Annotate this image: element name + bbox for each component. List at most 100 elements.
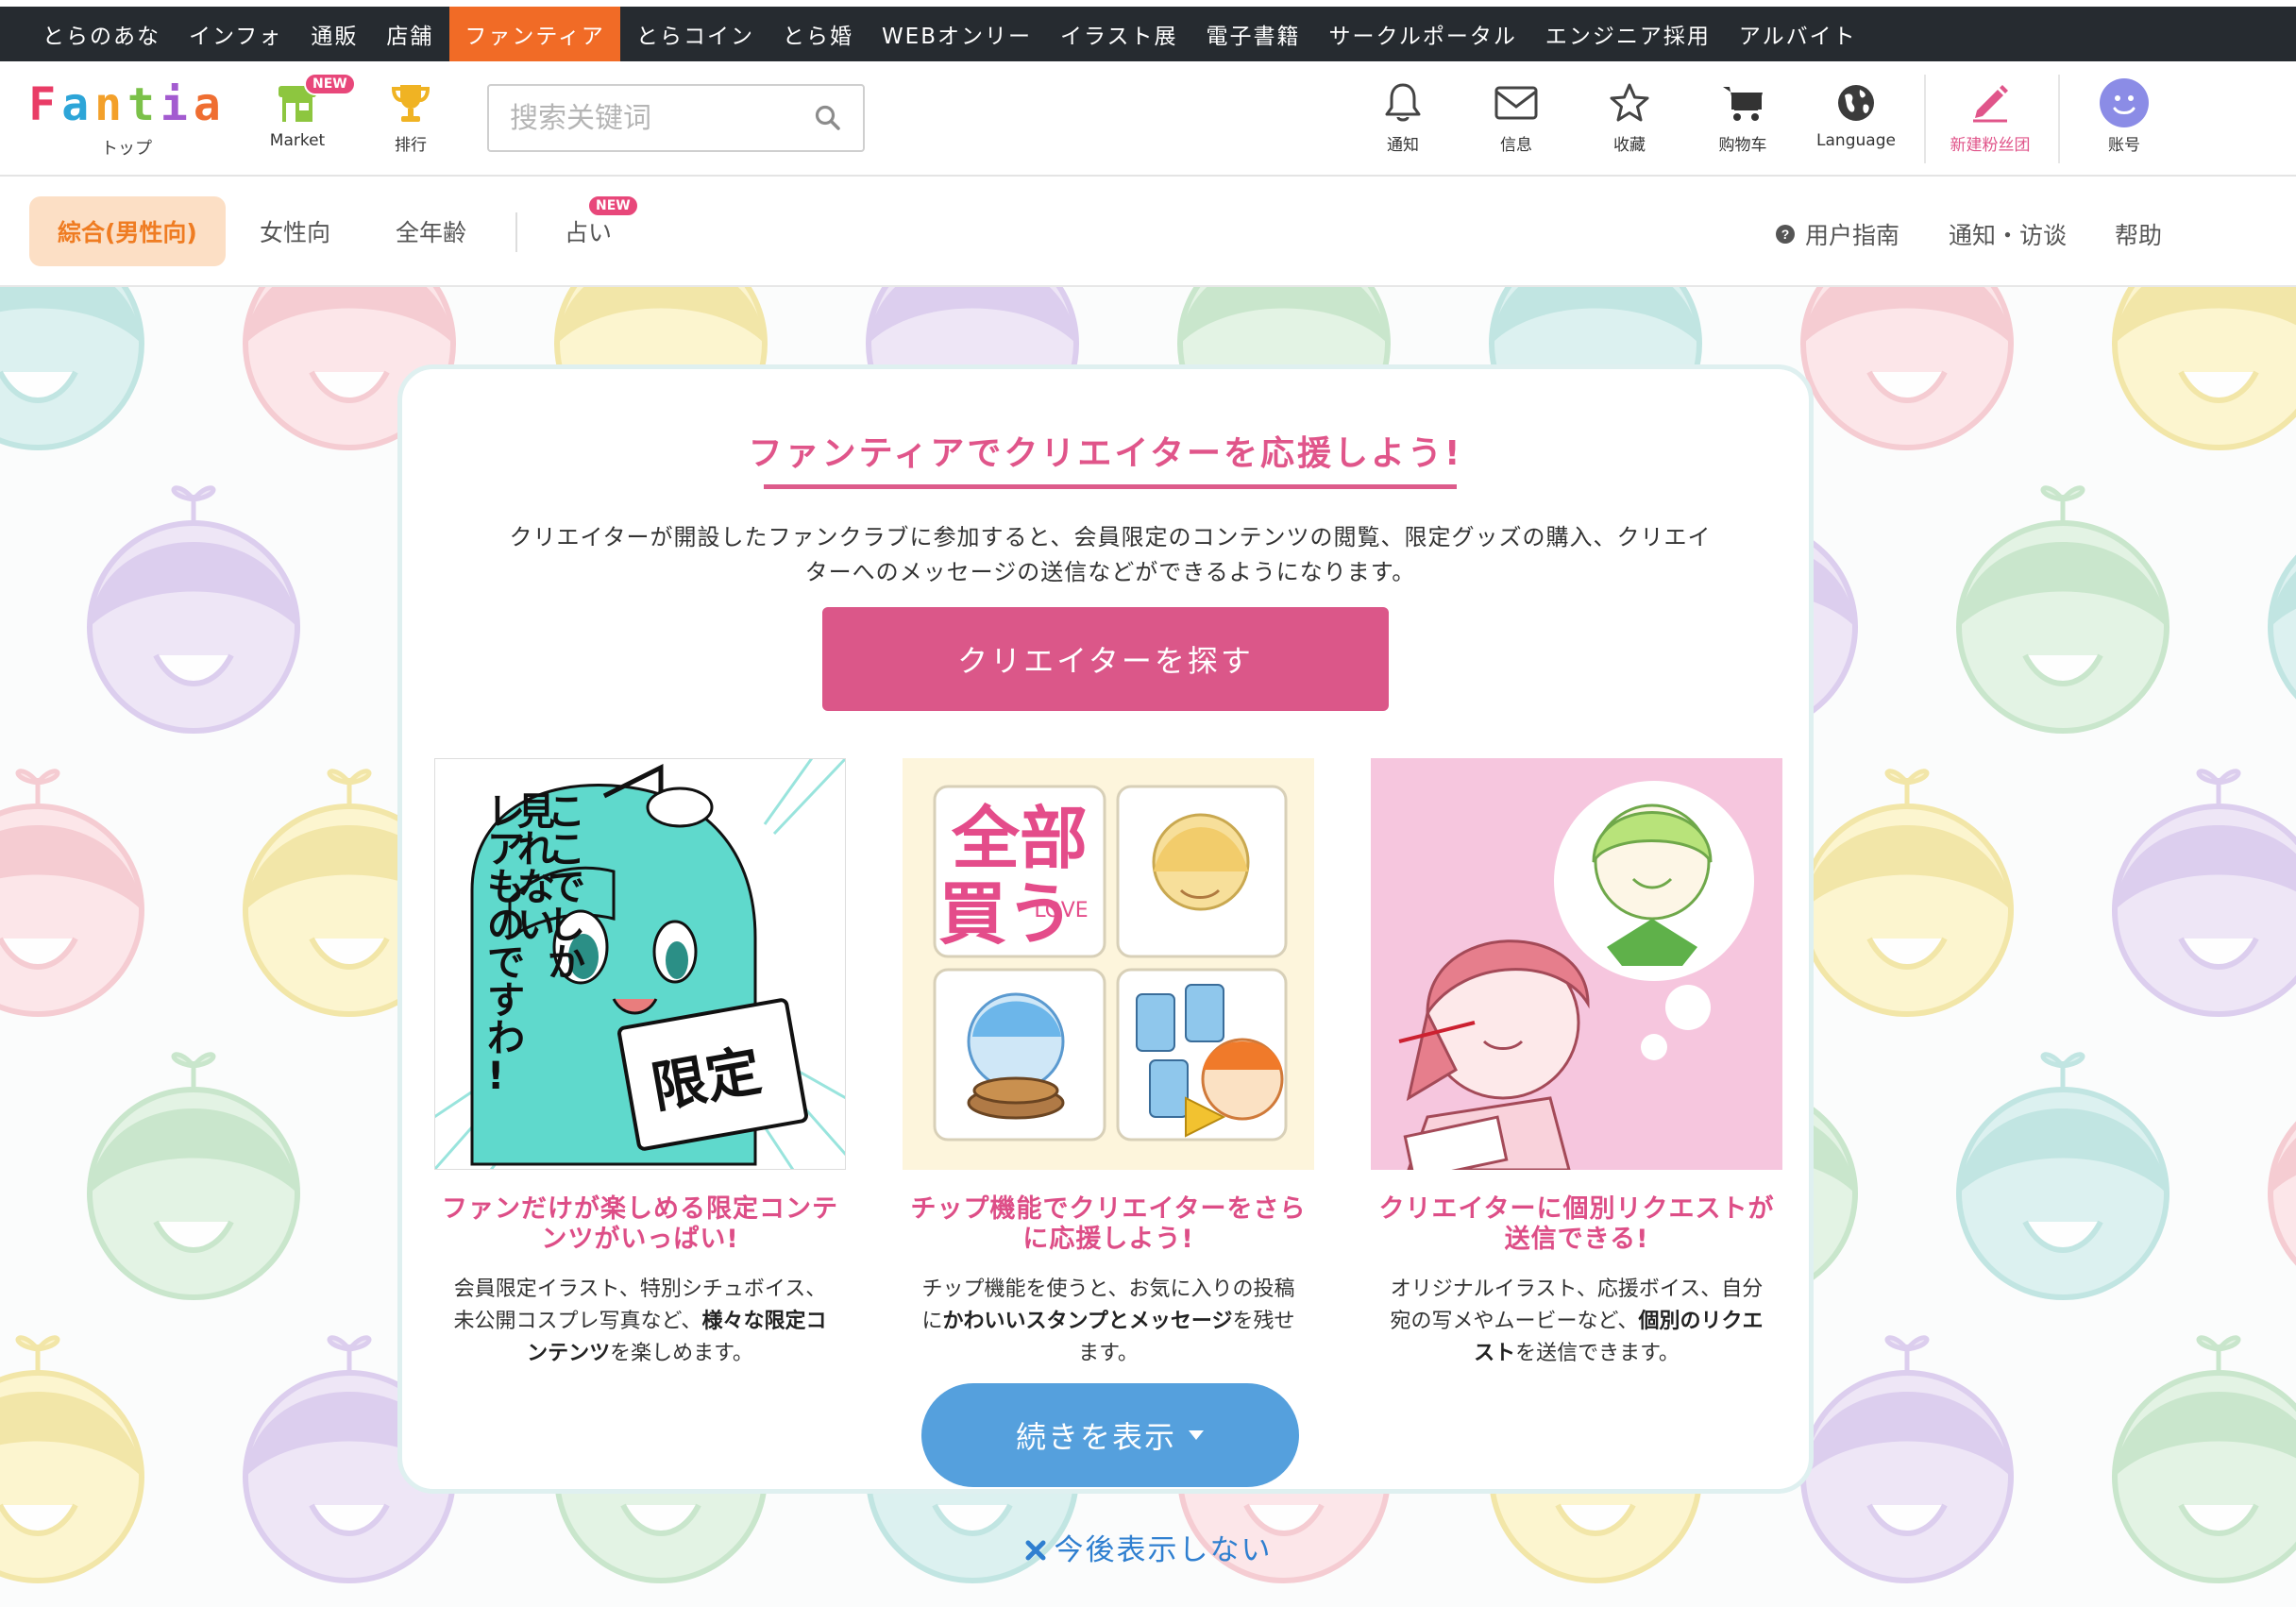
- close-icon: [1025, 1540, 1045, 1561]
- topbar-link[interactable]: イラスト展: [1046, 7, 1192, 61]
- bell-icon: [1385, 83, 1421, 122]
- pattern-character: [1956, 485, 2169, 734]
- globe-icon: [1838, 85, 1874, 121]
- feature-desc-text: 会員限定イラスト、特別シチュボイス、: [453, 1277, 827, 1301]
- notification-link[interactable]: 通知: [1365, 78, 1441, 155]
- topbar-link[interactable]: WEBオンリー: [868, 7, 1046, 61]
- intro-description-line: クリエイターが開設したファンクラブに参加すると、会員限定のコンテンツの閲覧、限定…: [509, 524, 1712, 550]
- topbar-link[interactable]: サークルポータル: [1315, 7, 1531, 61]
- feature-title: チップ機能でクリエイターをさら に応援しよう!: [903, 1194, 1314, 1255]
- pattern-character: [1800, 769, 2014, 1017]
- svg-text:?: ?: [1781, 227, 1790, 242]
- category-tab-female[interactable]: 女性向: [231, 196, 359, 266]
- feature-desc-text: を残せ: [1232, 1310, 1295, 1333]
- trophy-icon: [391, 85, 430, 122]
- pattern-character: [87, 485, 300, 734]
- user-guide-link[interactable]: ? 用户指南: [1775, 217, 1899, 251]
- feature-desc-text: を送信できます。: [1515, 1342, 1680, 1365]
- topbar-link[interactable]: とらのあな: [28, 7, 175, 61]
- category-bar: 綜合(男性向) 女性向 全年齢 占い NEW ? 用户指南 通知・访谈 帮助: [0, 177, 2296, 287]
- feature-vertical-text: レアものですわ!: [487, 790, 525, 1098]
- market-label: Market: [269, 131, 326, 150]
- cart-label: 购物车: [1718, 136, 1767, 155]
- avatar-icon: [2100, 78, 2149, 127]
- topbar-link[interactable]: ファンティア: [449, 7, 620, 61]
- feature-title-line: ファンだけが楽しめる限定コンテ: [442, 1194, 838, 1224]
- feature-desc-text: に: [921, 1310, 943, 1333]
- question-circle-icon: ?: [1776, 225, 1795, 244]
- pattern-character: [2112, 287, 2296, 450]
- pattern-character: [0, 287, 144, 450]
- pattern-character: [2112, 769, 2296, 1017]
- stamp-love-text: LOVE: [1034, 899, 1088, 922]
- topbar-link[interactable]: とらコイン: [622, 7, 768, 61]
- category-separator: [515, 212, 517, 252]
- topbar-link[interactable]: アルバイト: [1725, 7, 1871, 61]
- feature-desc-text: を楽しめます。: [610, 1342, 753, 1365]
- intro-description-line: ターへのメッセージの送信などができるようになります。: [804, 559, 1416, 585]
- feature-desc-text: 宛の写メやムービーなど、: [1390, 1310, 1639, 1333]
- search-input[interactable]: [510, 101, 802, 135]
- find-creators-button[interactable]: クリエイターを探す: [822, 607, 1389, 711]
- title-underline: [764, 484, 1457, 489]
- home-label: トップ: [101, 139, 152, 159]
- dismiss-forever-link[interactable]: 今後表示しない: [0, 1526, 2296, 1568]
- feature-desc-text: ます。: [1078, 1342, 1139, 1365]
- envelope-icon: [1494, 86, 1538, 120]
- fantia-logo[interactable]: Fantia トップ: [26, 82, 227, 159]
- cart-link[interactable]: 购物车: [1705, 78, 1781, 155]
- pattern-character: [2268, 1121, 2296, 1266]
- feature-exclusive-content: 限定 ここでしか 見れない レアものですわ! ファンだけが楽しめる限定コンテ ン…: [434, 758, 846, 1370]
- favorites-link[interactable]: 收藏: [1592, 78, 1667, 155]
- account-link[interactable]: 账号: [2086, 78, 2162, 155]
- feature-image-exclusive: 限定 ここでしか 見れない レアものですわ!: [434, 758, 846, 1170]
- feature-desc-text: オリジナルイラスト、応援ボイス、自分: [1390, 1277, 1764, 1301]
- logo-letter: n: [94, 78, 126, 131]
- star-icon: [1610, 83, 1649, 122]
- category-tab-general[interactable]: 綜合(男性向): [29, 196, 226, 266]
- feature-title-line: クリエイターに個別リクエストが: [1378, 1194, 1775, 1224]
- pattern-character: [0, 769, 144, 1017]
- messages-link[interactable]: 信息: [1478, 78, 1554, 155]
- favorites-label: 收藏: [1613, 136, 1646, 155]
- show-more-button[interactable]: 続きを表示: [921, 1383, 1299, 1487]
- caret-down-icon: [1189, 1430, 1204, 1440]
- topbar-link[interactable]: インフォ: [175, 7, 296, 61]
- topbar-link[interactable]: 電子書籍: [1192, 7, 1315, 61]
- category-tab-fortune-label: 占い: [565, 219, 613, 246]
- market-link[interactable]: NEW Market: [255, 73, 356, 150]
- ranking-link[interactable]: 排行: [378, 78, 444, 155]
- search-box: [487, 84, 865, 152]
- logo-letter: F: [28, 78, 60, 131]
- category-tab-all-ages[interactable]: 全年齢: [367, 196, 495, 266]
- logo-letter: a: [61, 78, 93, 131]
- search-icon[interactable]: [814, 104, 842, 132]
- new-fanclub-label: 新建粉丝团: [1950, 136, 2031, 155]
- feature-image-tip: 全部 買う LOVE: [903, 758, 1314, 1170]
- topbar-link[interactable]: 店舗: [372, 7, 447, 61]
- language-label: Language: [1816, 131, 1896, 150]
- feature-desc-bold: ンテンツ: [527, 1342, 611, 1365]
- dismiss-label: 今後表示しない: [1054, 1533, 1273, 1567]
- topbar-link[interactable]: 通販: [296, 7, 372, 61]
- language-link[interactable]: Language: [1813, 78, 1899, 150]
- feature-title: クリエイターに個別リクエストが 送信できる!: [1371, 1194, 1782, 1255]
- header-divider: [2058, 75, 2060, 163]
- feature-title-line: 送信できる!: [1504, 1225, 1649, 1254]
- global-topbar: とらのあな インフォ 通販 店舗 ファンティア とらコイン とら婚 WEBオンリー イラスト展電…: [0, 0, 2296, 61]
- pattern-character: [1800, 287, 2014, 450]
- category-tab-fortune[interactable]: 占い NEW: [536, 195, 640, 266]
- topbar-link[interactable]: とら婚: [768, 7, 868, 61]
- help-link[interactable]: 帮助: [2115, 217, 2162, 251]
- new-fanclub-link[interactable]: 新建粉丝团: [1941, 78, 2039, 155]
- ranking-label: 排行: [395, 136, 427, 155]
- logo-mark: Fantia: [26, 82, 227, 127]
- account-label: 账号: [2108, 136, 2140, 155]
- intro-title: ファンティアでクリエイターを応援しよう!: [748, 434, 1463, 473]
- header-divider: [1924, 75, 1926, 163]
- topbar-link[interactable]: エンジニア採用: [1531, 7, 1725, 61]
- feature-title-line: に応援しよう!: [1022, 1225, 1194, 1254]
- feature-title: ファンだけが楽しめる限定コンテ ンツがいっぱい!: [434, 1194, 846, 1255]
- intro-description: クリエイターが開設したファンクラブに参加すると、会員限定のコンテンツの閲覧、限定…: [497, 520, 1724, 590]
- notice-interview-link[interactable]: 通知・访谈: [1949, 217, 2067, 251]
